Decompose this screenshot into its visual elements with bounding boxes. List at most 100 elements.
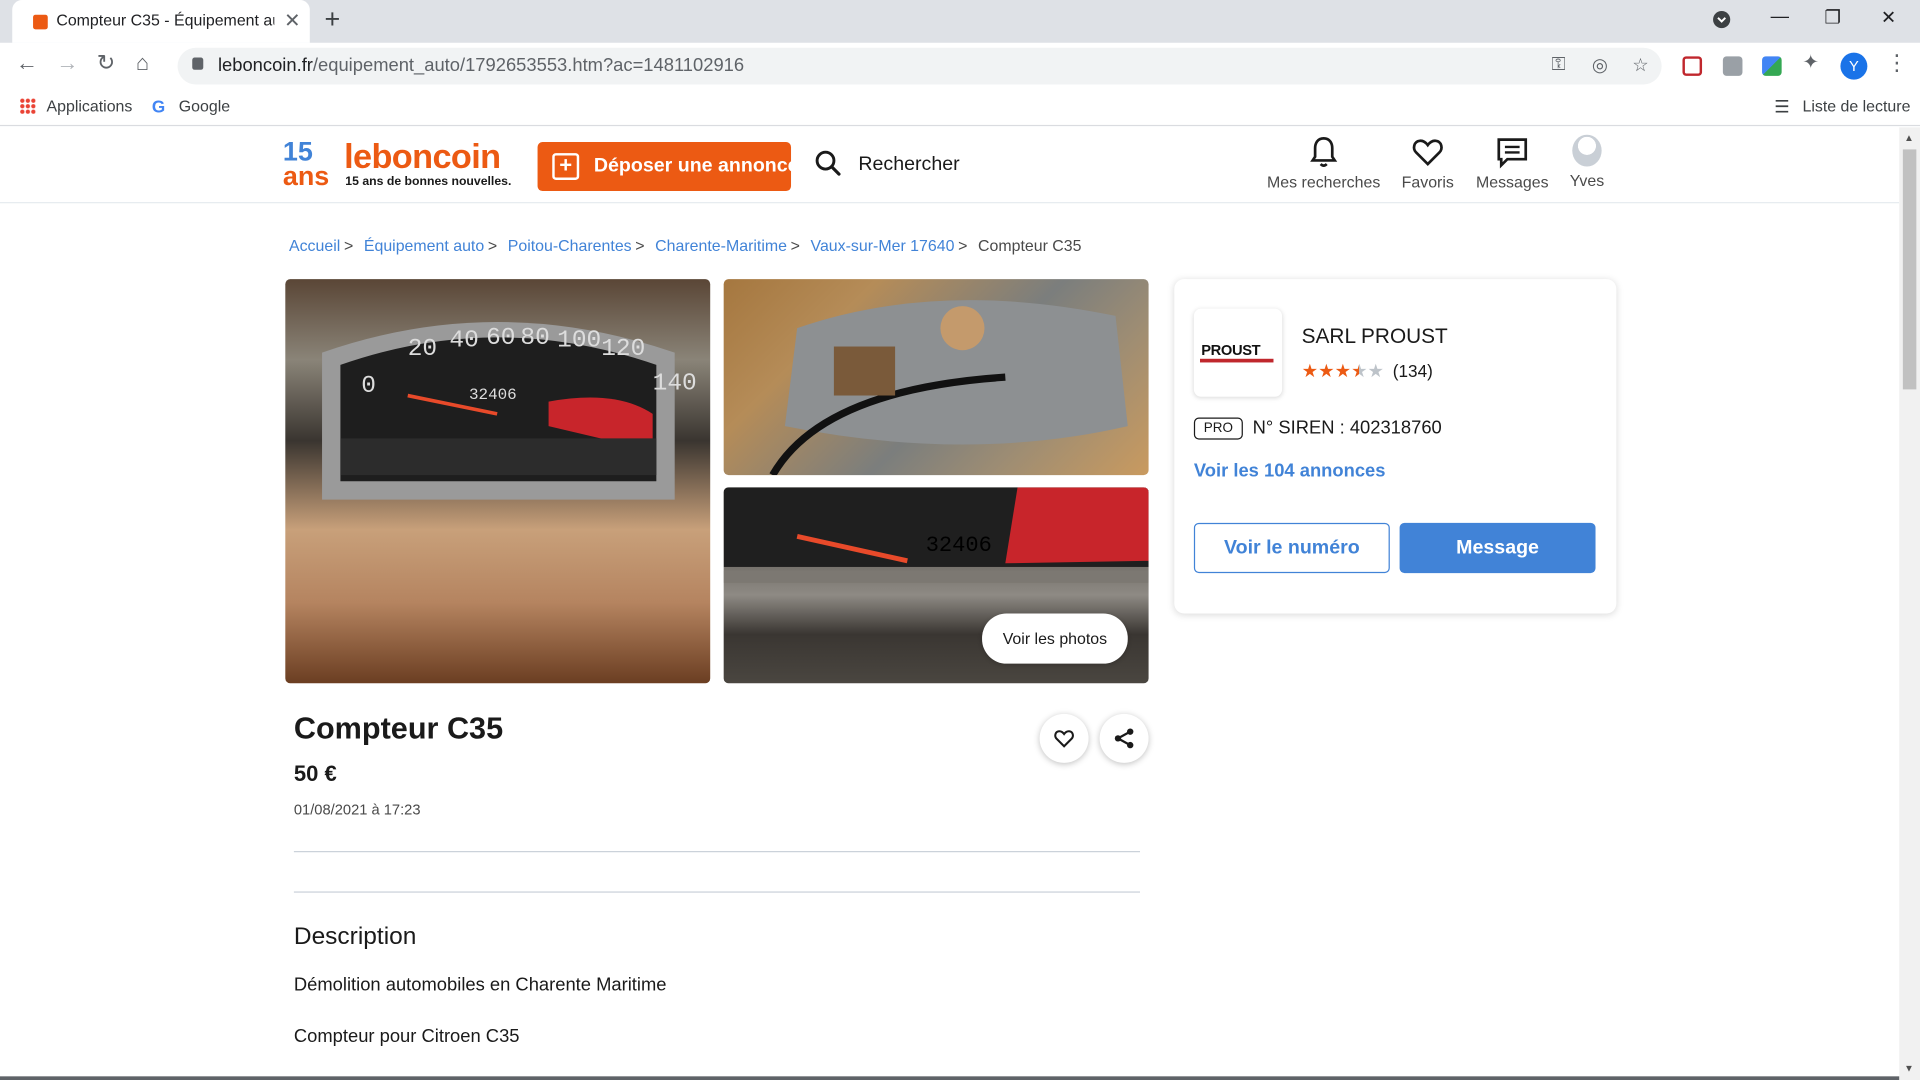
browser-tab[interactable]: Compteur C35 - Équipement auto ✕ <box>12 0 310 43</box>
leboncoin-favicon-icon <box>33 14 48 30</box>
empty-star-icon: ★ <box>1367 361 1385 383</box>
ad-title: Compteur C35 <box>293 711 504 746</box>
scroll-up-icon[interactable]: ▲ <box>1904 132 1914 143</box>
nav-user[interactable]: Yves <box>1565 134 1609 190</box>
siren-number: N° SIREN : 402318760 <box>1252 417 1442 439</box>
logo-tagline: 15 ans de bonnes nouvelles. <box>345 175 512 189</box>
star-icon: ★ <box>1301 361 1319 383</box>
bell-icon <box>1310 137 1338 167</box>
nav-my-searches[interactable]: Mes recherches <box>1266 135 1381 191</box>
ad-price: 50 € <box>293 761 337 787</box>
main-photo[interactable]: 0 20 40 60 80 100 120 140 32406 <box>285 279 711 684</box>
speedo-label-60: 60 <box>486 325 515 352</box>
extension-shield-icon[interactable] <box>1682 56 1703 76</box>
address-bar[interactable]: leboncoin.fr/equipement_auto/1792653553.… <box>177 47 1662 85</box>
tab-strip: Compteur C35 - Équipement auto ✕ + — ❐ ✕ <box>0 0 1920 43</box>
speedo-label-140: 140 <box>653 370 697 397</box>
share-icon <box>1114 728 1134 749</box>
breadcrumb-category[interactable]: Équipement auto <box>364 236 484 254</box>
divider <box>293 851 1141 853</box>
show-number-button[interactable]: Voir le numéro <box>1193 522 1390 574</box>
bookmark-star-icon[interactable]: ☆ <box>1632 54 1648 76</box>
bookmarks-bar: Applications G Google ☰ Liste de lecture <box>0 86 1920 127</box>
scroll-down-icon[interactable]: ▼ <box>1904 1063 1914 1074</box>
breadcrumb-home[interactable]: Accueil <box>289 236 340 254</box>
reading-list-icon[interactable]: ☰ <box>1774 97 1789 118</box>
bottom-edge <box>0 1076 1900 1080</box>
reading-list-label[interactable]: Liste de lecture <box>1802 97 1910 115</box>
search-link[interactable]: Rechercher <box>858 154 959 176</box>
browser-menu-icon[interactable]: ⋮ <box>1886 50 1908 76</box>
favorite-ad-button[interactable] <box>1039 713 1089 763</box>
url-text: leboncoin.fr/equipement_auto/1792653553.… <box>217 55 745 76</box>
window-close-icon[interactable]: ✕ <box>1881 6 1896 28</box>
breadcrumb-department[interactable]: Charente-Maritime <box>655 236 787 254</box>
tab-title: Compteur C35 - Équipement auto <box>56 11 275 30</box>
breadcrumb-city[interactable]: Vaux-sur-Mer 17640 <box>811 236 955 254</box>
seller-rating[interactable]: ★★★★★ (134) <box>1302 360 1433 382</box>
photo-back-of-gauge[interactable] <box>723 279 1149 476</box>
bookmark-applications[interactable]: Applications <box>47 97 133 115</box>
nav-favorites[interactable]: Favoris <box>1396 135 1460 191</box>
page-scrollbar[interactable]: ▲ ▼ <box>1899 127 1920 1080</box>
half-star-icon: ★ <box>1351 361 1368 383</box>
apps-grid-icon[interactable] <box>19 97 36 114</box>
forward-icon[interactable]: → <box>56 50 78 76</box>
leboncoin-logo[interactable]: leboncoin <box>344 137 501 176</box>
back-icon[interactable]: ← <box>16 50 38 76</box>
see-photos-button[interactable]: Voir les photos <box>982 613 1128 664</box>
heart-icon <box>1412 139 1443 166</box>
seller-ads-link[interactable]: Voir les 104 annonces <box>1194 460 1386 481</box>
reload-icon[interactable]: ↻ <box>97 50 115 76</box>
seller-logo[interactable]: PROUST <box>1193 308 1283 397</box>
anniversary-badge[interactable]: 15 ans <box>283 138 329 189</box>
heart-icon <box>1054 730 1074 748</box>
search-icon[interactable] <box>814 149 841 176</box>
key-icon[interactable]: ⚿ <box>1551 54 1565 75</box>
bookmark-google[interactable]: Google <box>179 97 230 115</box>
speedo-label-100: 100 <box>557 328 601 355</box>
speedo-label-40: 40 <box>449 328 478 355</box>
restore-icon[interactable]: ❐ <box>1825 6 1841 28</box>
odometer-closeup-value: 32406 <box>926 533 992 558</box>
scroll-thumb[interactable] <box>1902 149 1917 390</box>
lock-icon <box>192 57 204 70</box>
pro-badge: PRO <box>1193 417 1243 440</box>
speedo-label-80: 80 <box>520 325 549 352</box>
speedometer-illustration: 0 20 40 60 80 100 120 140 32406 <box>322 322 697 500</box>
star-icon: ★ <box>1334 361 1352 383</box>
rating-count: (134) <box>1392 361 1433 381</box>
plus-square-icon: + <box>552 153 580 181</box>
seller-card: PROUST SARL PROUST ★★★★★ (134) PRO N° SI… <box>1174 279 1617 614</box>
breadcrumb: Accueil > Équipement auto > Poitou-Charent… <box>288 236 1082 255</box>
message-button[interactable]: Message <box>1399 522 1596 574</box>
extension-pdf-icon[interactable] <box>1722 56 1743 76</box>
new-tab-icon[interactable]: + <box>324 4 340 36</box>
nav-messages[interactable]: Messages <box>1474 135 1550 191</box>
close-tab-icon[interactable]: ✕ <box>284 9 300 33</box>
speedo-label-0: 0 <box>361 373 376 400</box>
breadcrumb-current: Compteur C35 <box>977 236 1082 255</box>
description-line: Démolition automobiles en Charente Marit… <box>293 974 667 996</box>
minimize-icon[interactable]: — <box>1771 6 1789 27</box>
browser-toolbar: ← → ↻ ⌂ leboncoin.fr/equipement_auto/179… <box>0 42 1920 87</box>
message-icon <box>1497 138 1528 169</box>
extensions-puzzle-icon[interactable]: ✦ <box>1802 50 1818 74</box>
divider <box>293 891 1141 893</box>
description-title: Description <box>293 923 417 951</box>
site-header: 15 ans leboncoin 15 ans de bonnes nouvell… <box>0 127 1900 204</box>
extension-translate-icon[interactable] <box>1762 56 1782 76</box>
home-icon[interactable]: ⌂ <box>136 50 149 76</box>
tab-search-icon[interactable] <box>1712 10 1732 34</box>
breadcrumb-region[interactable]: Poitou-Charentes <box>508 236 632 254</box>
speedo-label-20: 20 <box>408 336 437 363</box>
profile-avatar[interactable]: Y <box>1840 52 1868 80</box>
seller-name[interactable]: SARL PROUST <box>1302 324 1448 348</box>
description-line: Compteur pour Citroen C35 <box>293 1026 520 1047</box>
odometer-value: 32406 <box>469 386 517 404</box>
share-ad-button[interactable] <box>1099 713 1149 763</box>
tracking-eye-icon[interactable]: ◎ <box>1592 54 1608 76</box>
post-ad-button[interactable]: + Déposer une annonce <box>537 142 799 192</box>
gauge-back-illustration <box>769 300 1128 476</box>
browser-window: Compteur C35 - Équipement auto ✕ + — ❐ ✕… <box>0 0 1920 1080</box>
